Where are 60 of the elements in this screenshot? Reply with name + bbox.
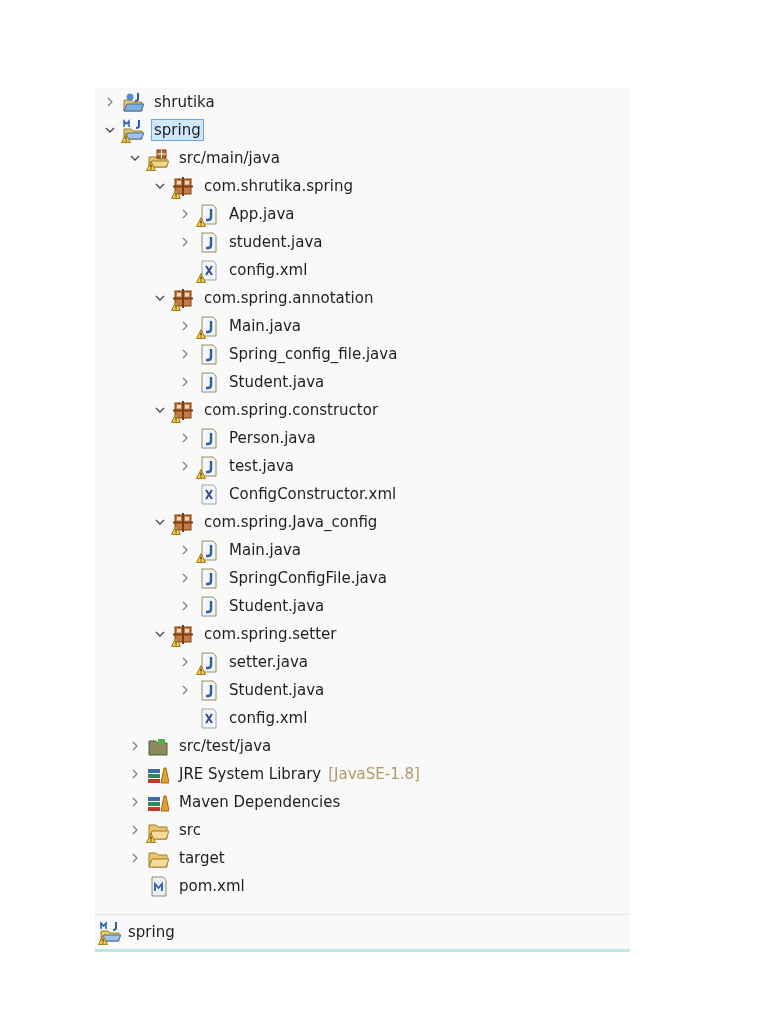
tree-item[interactable]: student.java [226, 231, 326, 253]
maven-project-icon [122, 119, 144, 141]
tree-item[interactable]: target [176, 847, 228, 869]
source-folder-icon [147, 147, 169, 169]
expand-chevron-icon[interactable] [180, 433, 190, 443]
tree-item[interactable]: pom.xml [176, 875, 248, 897]
expand-chevron-icon[interactable] [180, 461, 190, 471]
tree-item[interactable]: Student.java [226, 595, 328, 617]
expand-chevron-icon[interactable] [180, 573, 190, 583]
tree-item[interactable]: com.spring.annotation [201, 287, 377, 309]
tree-item[interactable]: com.spring.Java_config [201, 511, 381, 533]
tree-item[interactable]: shrutika [151, 91, 218, 113]
tree-item[interactable]: JRE System Library [176, 763, 325, 785]
tree-item[interactable]: spring [151, 119, 204, 141]
expand-chevron-icon[interactable] [130, 769, 140, 779]
tree-item[interactable]: src/test/java [176, 735, 275, 757]
tree-item[interactable]: Maven Dependencies [176, 791, 344, 813]
tree-item[interactable]: ConfigConstructor.xml [226, 483, 400, 505]
tree-item[interactable]: test.java [226, 455, 297, 477]
expand-chevron-icon[interactable] [130, 825, 140, 835]
status-label: spring [128, 923, 175, 941]
tree-item[interactable]: Student.java [226, 679, 328, 701]
expand-chevron-icon[interactable] [130, 741, 140, 751]
maven-project-icon [99, 921, 121, 943]
tree-item[interactable]: com.spring.constructor [201, 399, 382, 421]
collapse-chevron-icon[interactable] [130, 153, 140, 163]
collapse-chevron-icon[interactable] [155, 405, 165, 415]
tree-item[interactable]: Main.java [226, 315, 304, 337]
tree-item[interactable]: config.xml [226, 707, 311, 729]
expand-chevron-icon[interactable] [180, 377, 190, 387]
expand-chevron-icon[interactable] [180, 601, 190, 611]
expand-chevron-icon[interactable] [180, 657, 190, 667]
collapse-chevron-icon[interactable] [155, 629, 165, 639]
expand-chevron-icon[interactable] [180, 349, 190, 359]
expand-chevron-icon[interactable] [180, 321, 190, 331]
tree-item[interactable]: Main.java [226, 539, 304, 561]
expand-chevron-icon[interactable] [180, 237, 190, 247]
tree-item[interactable]: src/main/java [176, 147, 283, 169]
expand-chevron-icon[interactable] [130, 853, 140, 863]
tree-item[interactable]: SpringConfigFile.java [226, 567, 390, 589]
tree-item[interactable]: com.shrutika.spring [201, 175, 356, 197]
collapse-chevron-icon[interactable] [155, 517, 165, 527]
project-folder-icon [122, 91, 144, 113]
collapse-chevron-icon[interactable] [155, 181, 165, 191]
tree-item[interactable]: setter.java [226, 651, 312, 673]
tree-item-decoration: [JavaSE-1.8] [328, 765, 420, 783]
expand-chevron-icon[interactable] [180, 545, 190, 555]
expand-chevron-icon[interactable] [130, 797, 140, 807]
collapse-chevron-icon[interactable] [105, 125, 115, 135]
collapse-chevron-icon[interactable] [155, 293, 165, 303]
tree-item[interactable]: config.xml [226, 259, 311, 281]
expand-chevron-icon[interactable] [180, 209, 190, 219]
tree-item[interactable]: Student.java [226, 371, 328, 393]
tree-item[interactable]: Person.java [226, 427, 319, 449]
tree-item[interactable]: Spring_config_file.java [226, 343, 401, 365]
tree-item[interactable]: com.spring.setter [201, 623, 340, 645]
tree-item[interactable]: src [176, 819, 204, 841]
tree-item[interactable]: App.java [226, 203, 298, 225]
expand-chevron-icon[interactable] [180, 685, 190, 695]
expand-chevron-icon[interactable] [105, 97, 115, 107]
